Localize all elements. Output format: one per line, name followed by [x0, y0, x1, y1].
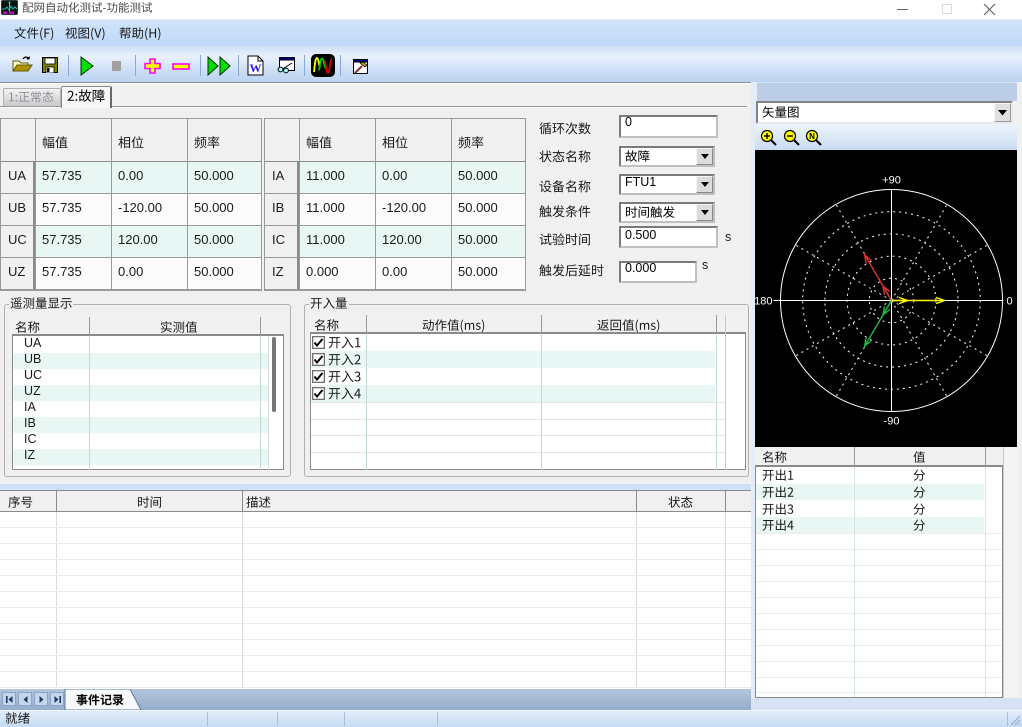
- svg-text:-90: -90: [884, 416, 900, 428]
- svg-text:180: 180: [755, 296, 773, 308]
- svg-text:+90: +90: [882, 175, 901, 187]
- svg-text:0: 0: [1007, 296, 1013, 308]
- svg-text:N: N: [809, 132, 815, 141]
- svg-text:W: W: [250, 61, 262, 75]
